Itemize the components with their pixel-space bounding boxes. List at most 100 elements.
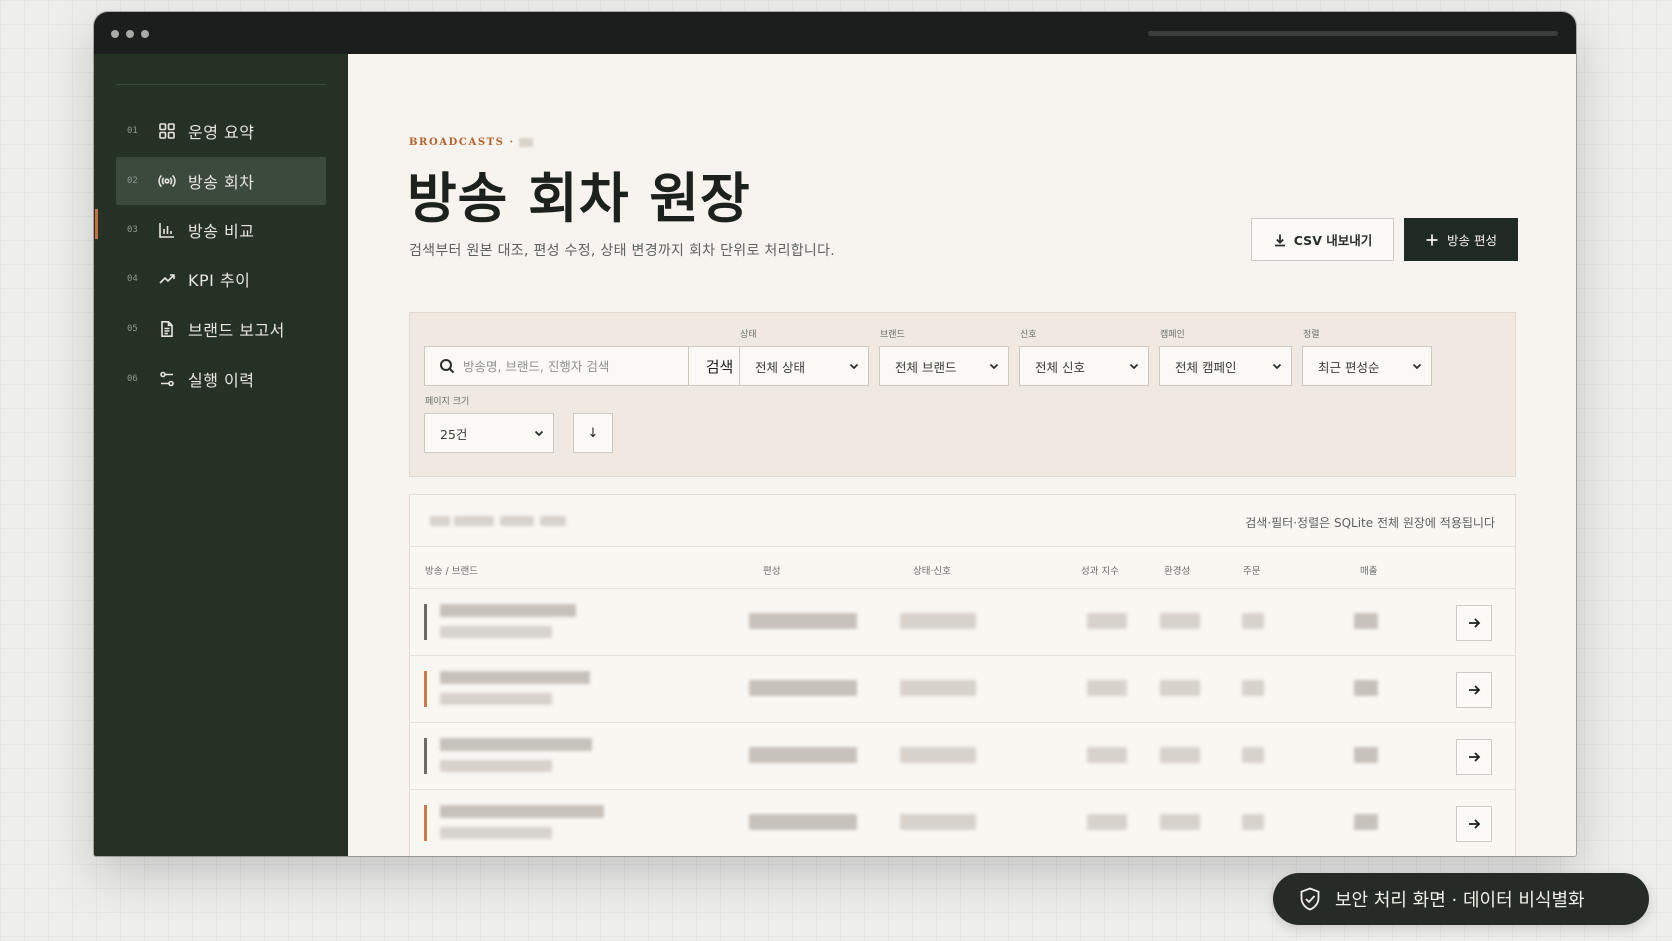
add-broadcast-label: 방송 편성 <box>1447 233 1497 248</box>
nav-number: 01 <box>127 126 138 136</box>
nav-number: 04 <box>127 274 138 284</box>
sidebar-item-label: 운영 요약 <box>188 123 255 142</box>
column-header[interactable]: 매출 <box>1360 563 1377 577</box>
signal-select[interactable]: 전체 신호 <box>1019 346 1149 386</box>
campaign-filter-label: 캠페인 <box>1160 330 1185 340</box>
eyebrow-text: BROADCASTS · <box>409 137 515 148</box>
row-accent <box>424 671 427 707</box>
column-header[interactable]: 환경성 <box>1164 563 1190 577</box>
column-header[interactable]: 상태·신호 <box>913 563 951 577</box>
open-row-button[interactable] <box>1456 739 1492 775</box>
nav-number: 06 <box>127 374 138 384</box>
table-row[interactable] <box>410 723 1515 790</box>
redacted-count <box>430 514 574 528</box>
window-dot-icon[interactable] <box>141 30 149 38</box>
column-header[interactable]: 편성 <box>763 563 780 577</box>
chevron-down-icon <box>1411 360 1423 372</box>
nav-number: 03 <box>127 225 138 235</box>
trend-icon <box>158 270 188 288</box>
column-header[interactable]: 주문 <box>1243 563 1260 577</box>
security-badge: 보안 처리 화면 · 데이터 비식별화 <box>1273 873 1649 925</box>
window-titlebar <box>94 12 1576 54</box>
chevron-down-icon <box>848 360 860 372</box>
nav-number: 05 <box>127 324 138 334</box>
search-input[interactable] <box>463 358 681 374</box>
window-dot-icon[interactable] <box>126 30 134 38</box>
brand-filter-label: 브랜드 <box>880 330 905 340</box>
active-indicator <box>95 209 98 239</box>
campaign-select[interactable]: 전체 캠페인 <box>1159 346 1292 386</box>
table-note: 검색·필터·정렬은 SQLite 전체 원장에 적용됩니다 <box>1245 516 1495 530</box>
plus-icon <box>1426 234 1438 245</box>
table-header-bar: 검색·필터·정렬은 SQLite 전체 원장에 적용됩니다 <box>410 495 1515 547</box>
arrow-right-icon <box>1469 618 1481 628</box>
signal-select-value: 전체 신호 <box>1035 359 1085 375</box>
brand-select-value: 전체 브랜드 <box>895 359 957 375</box>
bar-chart-icon <box>158 221 188 239</box>
sidebar-item-label: 방송 비교 <box>188 222 255 241</box>
page-size-value: 25건 <box>440 426 468 442</box>
chevron-down-icon <box>1128 360 1140 372</box>
sidebar-divider <box>116 84 326 85</box>
page-title: 방송 회차 원장 <box>407 167 751 230</box>
chevron-down-icon <box>1271 360 1283 372</box>
open-row-button[interactable] <box>1456 605 1492 641</box>
status-select-value: 전체 상태 <box>755 359 805 375</box>
sidebar-item-run-history[interactable]: 06 실행 이력 <box>116 355 326 403</box>
arrow-right-icon <box>1469 819 1481 829</box>
sidebar-item-label: KPI 추이 <box>188 271 251 290</box>
row-accent <box>424 738 427 774</box>
nav-number: 02 <box>127 176 138 186</box>
page-size-label: 페이지 크기 <box>425 397 470 407</box>
grid-icon <box>158 122 188 140</box>
sidebar: 01 운영 요약 02 방송 회차 03 방송 비교 04 KPI 추이 05 … <box>94 54 348 856</box>
filter-panel: 검색 상태 전체 상태 브랜드 전체 브랜드 신호 전체 신호 캠페인 전체 캠… <box>409 312 1516 477</box>
sidebar-item-compare[interactable]: 03 방송 비교 <box>116 206 326 254</box>
arrow-right-icon <box>1469 685 1481 695</box>
signal-filter-label: 신호 <box>1020 330 1037 340</box>
chevron-down-icon <box>988 360 1000 372</box>
search-field[interactable]: 검색 <box>424 346 751 386</box>
sidebar-item-summary[interactable]: 01 운영 요약 <box>116 107 326 155</box>
table-row[interactable] <box>410 589 1515 656</box>
broadcast-table: 검색·필터·정렬은 SQLite 전체 원장에 적용됩니다 방송 / 브랜드 편… <box>409 494 1516 856</box>
sidebar-item-broadcasts[interactable]: 02 방송 회차 <box>116 157 326 205</box>
main-content: BROADCASTS · 방송 회차 원장 검색부터 원본 대조, 편성 수정,… <box>348 54 1576 856</box>
brand-select[interactable]: 전체 브랜드 <box>879 346 1009 386</box>
add-broadcast-button[interactable]: 방송 편성 <box>1404 218 1518 261</box>
sidebar-item-kpi[interactable]: 04 KPI 추이 <box>116 255 326 303</box>
export-csv-button[interactable]: CSV 내보내기 <box>1251 218 1394 261</box>
security-badge-text: 보안 처리 화면 · 데이터 비식별화 <box>1335 890 1585 911</box>
sort-select[interactable]: 최근 편성순 <box>1302 346 1432 386</box>
open-row-button[interactable] <box>1456 672 1492 708</box>
export-csv-label: CSV 내보내기 <box>1293 233 1373 248</box>
page-size-select[interactable]: 25건 <box>424 413 554 453</box>
open-row-button[interactable] <box>1456 806 1492 842</box>
sidebar-item-label: 방송 회차 <box>188 173 255 192</box>
row-accent <box>424 805 427 841</box>
sidebar-item-label: 실행 이력 <box>188 371 255 390</box>
status-select[interactable]: 전체 상태 <box>739 346 869 386</box>
app-window: 01 운영 요약 02 방송 회차 03 방송 비교 04 KPI 추이 05 … <box>94 12 1576 856</box>
history-icon <box>158 370 188 388</box>
table-row[interactable] <box>410 790 1515 856</box>
campaign-select-value: 전체 캠페인 <box>1175 359 1237 375</box>
document-icon <box>158 320 188 338</box>
sidebar-item-brand-report[interactable]: 05 브랜드 보고서 <box>116 305 326 353</box>
sort-label: 정렬 <box>1303 330 1320 340</box>
column-header[interactable]: 방송 / 브랜드 <box>425 563 478 577</box>
shield-check-icon <box>1300 887 1320 911</box>
window-dot-icon[interactable] <box>111 30 119 38</box>
redacted-block <box>518 138 533 147</box>
table-row[interactable] <box>410 656 1515 723</box>
address-bar <box>1148 31 1558 36</box>
sort-direction-button[interactable]: ↓ <box>573 413 613 453</box>
page-subtitle: 검색부터 원본 대조, 편성 수정, 상태 변경까지 회차 단위로 처리합니다. <box>409 243 836 259</box>
status-filter-label: 상태 <box>740 330 757 340</box>
download-icon <box>1274 234 1285 246</box>
search-icon <box>440 359 455 374</box>
column-header[interactable]: 성과 지수 <box>1081 563 1119 577</box>
table-column-headers: 방송 / 브랜드 편성 상태·신호 성과 지수 환경성 주문 매출 <box>410 547 1515 589</box>
row-accent <box>424 604 427 640</box>
arrow-right-icon <box>1469 752 1481 762</box>
